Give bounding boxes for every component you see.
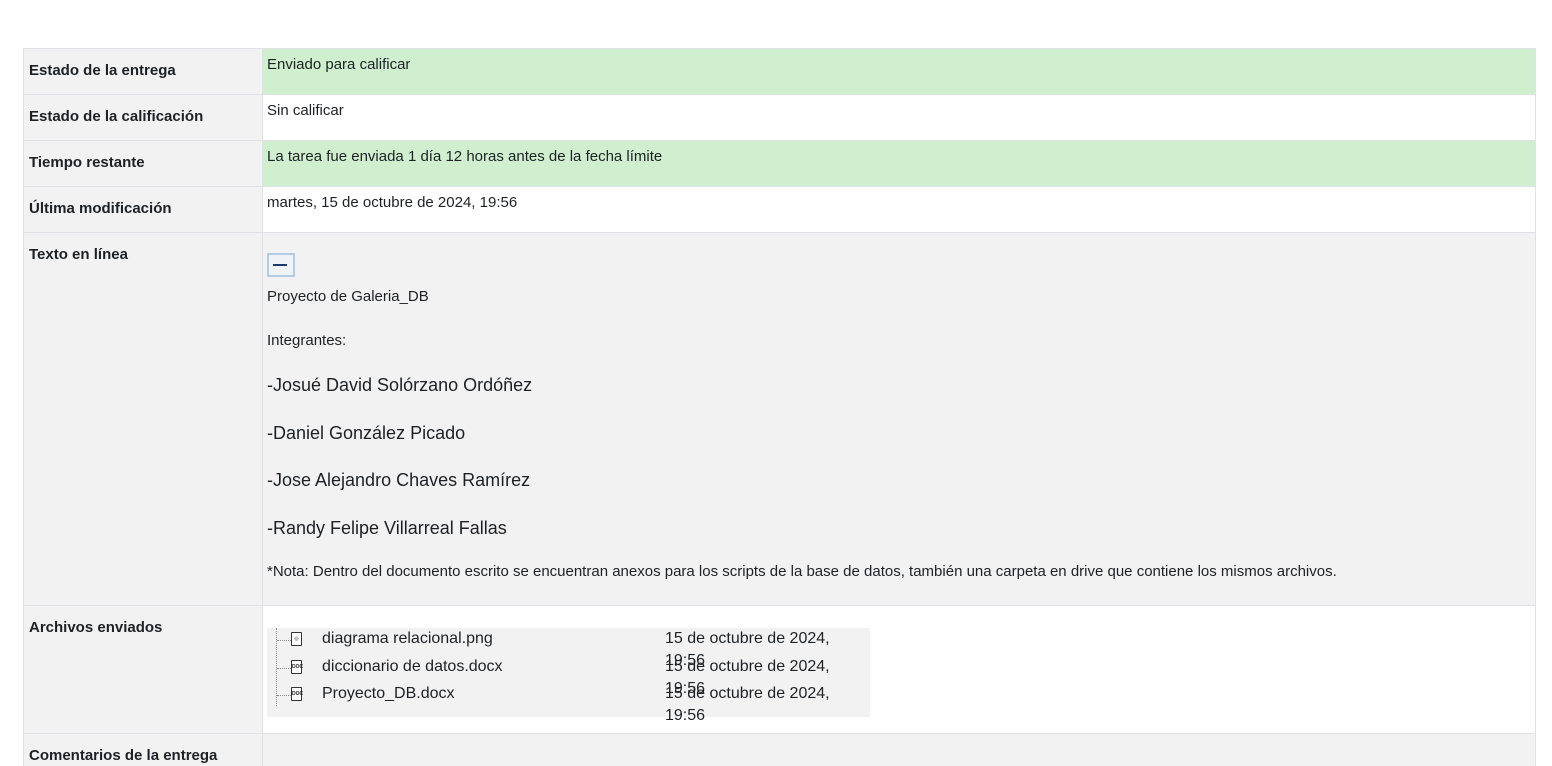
online-text-content: Proyecto de Galeria_DB Integrantes: -Jos… xyxy=(263,233,1536,606)
file-item: DOC diccionario de datos.docx 15 de octu… xyxy=(267,656,870,684)
submission-comments-label: Comentarios de la entrega xyxy=(24,734,263,766)
row-online-text: Texto en línea Proyecto de Galeria_DB In… xyxy=(24,233,1536,606)
document-file-icon: DOC xyxy=(291,660,302,674)
members-heading: Integrantes: xyxy=(267,331,1535,351)
row-time-remaining: Tiempo restante La tarea fue enviada 1 d… xyxy=(24,141,1536,187)
file-link[interactable]: diccionario de datos.docx xyxy=(322,656,503,678)
submission-status-table: Estado de la entrega Enviado para califi… xyxy=(23,48,1536,766)
project-title: Proyecto de Galeria_DB xyxy=(267,287,1535,307)
member-item: -Jose Alejandro Chaves Ramírez xyxy=(267,468,1535,492)
file-item: ◎ diagrama relacional.png 15 de octubre … xyxy=(267,628,870,656)
file-link[interactable]: Proyecto_DB.docx xyxy=(322,683,455,705)
row-submitted-files: Archivos enviados ◎ diagrama relacional.… xyxy=(24,606,1536,734)
grading-status-label: Estado de la calificación xyxy=(24,95,263,141)
row-submission-comments: Comentarios de la entrega xyxy=(24,734,1536,766)
time-remaining-value: La tarea fue enviada 1 día 12 horas ante… xyxy=(263,141,1536,187)
submission-status-value: Enviado para calificar xyxy=(263,49,1536,95)
tree-branch xyxy=(277,668,291,669)
submission-status-label: Estado de la entrega xyxy=(24,49,263,95)
grading-status-value: Sin calificar xyxy=(263,95,1536,141)
minus-icon[interactable] xyxy=(267,253,295,277)
member-item: -Josué David Solórzano Ordóñez xyxy=(267,373,1535,397)
file-item: DOC Proyecto_DB.docx 15 de octubre de 20… xyxy=(267,683,870,711)
submission-note: *Nota: Dentro del documento escrito se e… xyxy=(267,562,1535,582)
tree-branch xyxy=(277,695,291,696)
file-tree: ◎ diagrama relacional.png 15 de octubre … xyxy=(267,628,870,717)
submitted-files-content: ◎ diagrama relacional.png 15 de octubre … xyxy=(263,606,1536,734)
row-grading-status: Estado de la calificación Sin calificar xyxy=(24,95,1536,141)
member-item: -Daniel González Picado xyxy=(267,421,1535,445)
row-submission-status: Estado de la entrega Enviado para califi… xyxy=(24,49,1536,95)
image-file-icon: ◎ xyxy=(291,632,302,646)
online-text-label: Texto en línea xyxy=(24,233,263,606)
row-last-modified: Última modificación martes, 15 de octubr… xyxy=(24,187,1536,233)
document-file-icon: DOC xyxy=(291,687,302,701)
last-modified-value: martes, 15 de octubre de 2024, 19:56 xyxy=(263,187,1536,233)
submission-comments-content xyxy=(263,734,1536,766)
file-link[interactable]: diagrama relacional.png xyxy=(322,628,493,650)
submission-status-panel: Estado de la entrega Enviado para califi… xyxy=(23,48,1536,766)
file-date: 15 de octubre de 2024, 19:56 xyxy=(665,683,870,727)
time-remaining-label: Tiempo restante xyxy=(24,141,263,187)
member-item: -Randy Felipe Villarreal Fallas xyxy=(267,516,1535,540)
tree-branch xyxy=(277,640,291,641)
submitted-files-label: Archivos enviados xyxy=(24,606,263,734)
last-modified-label: Última modificación xyxy=(24,187,263,233)
